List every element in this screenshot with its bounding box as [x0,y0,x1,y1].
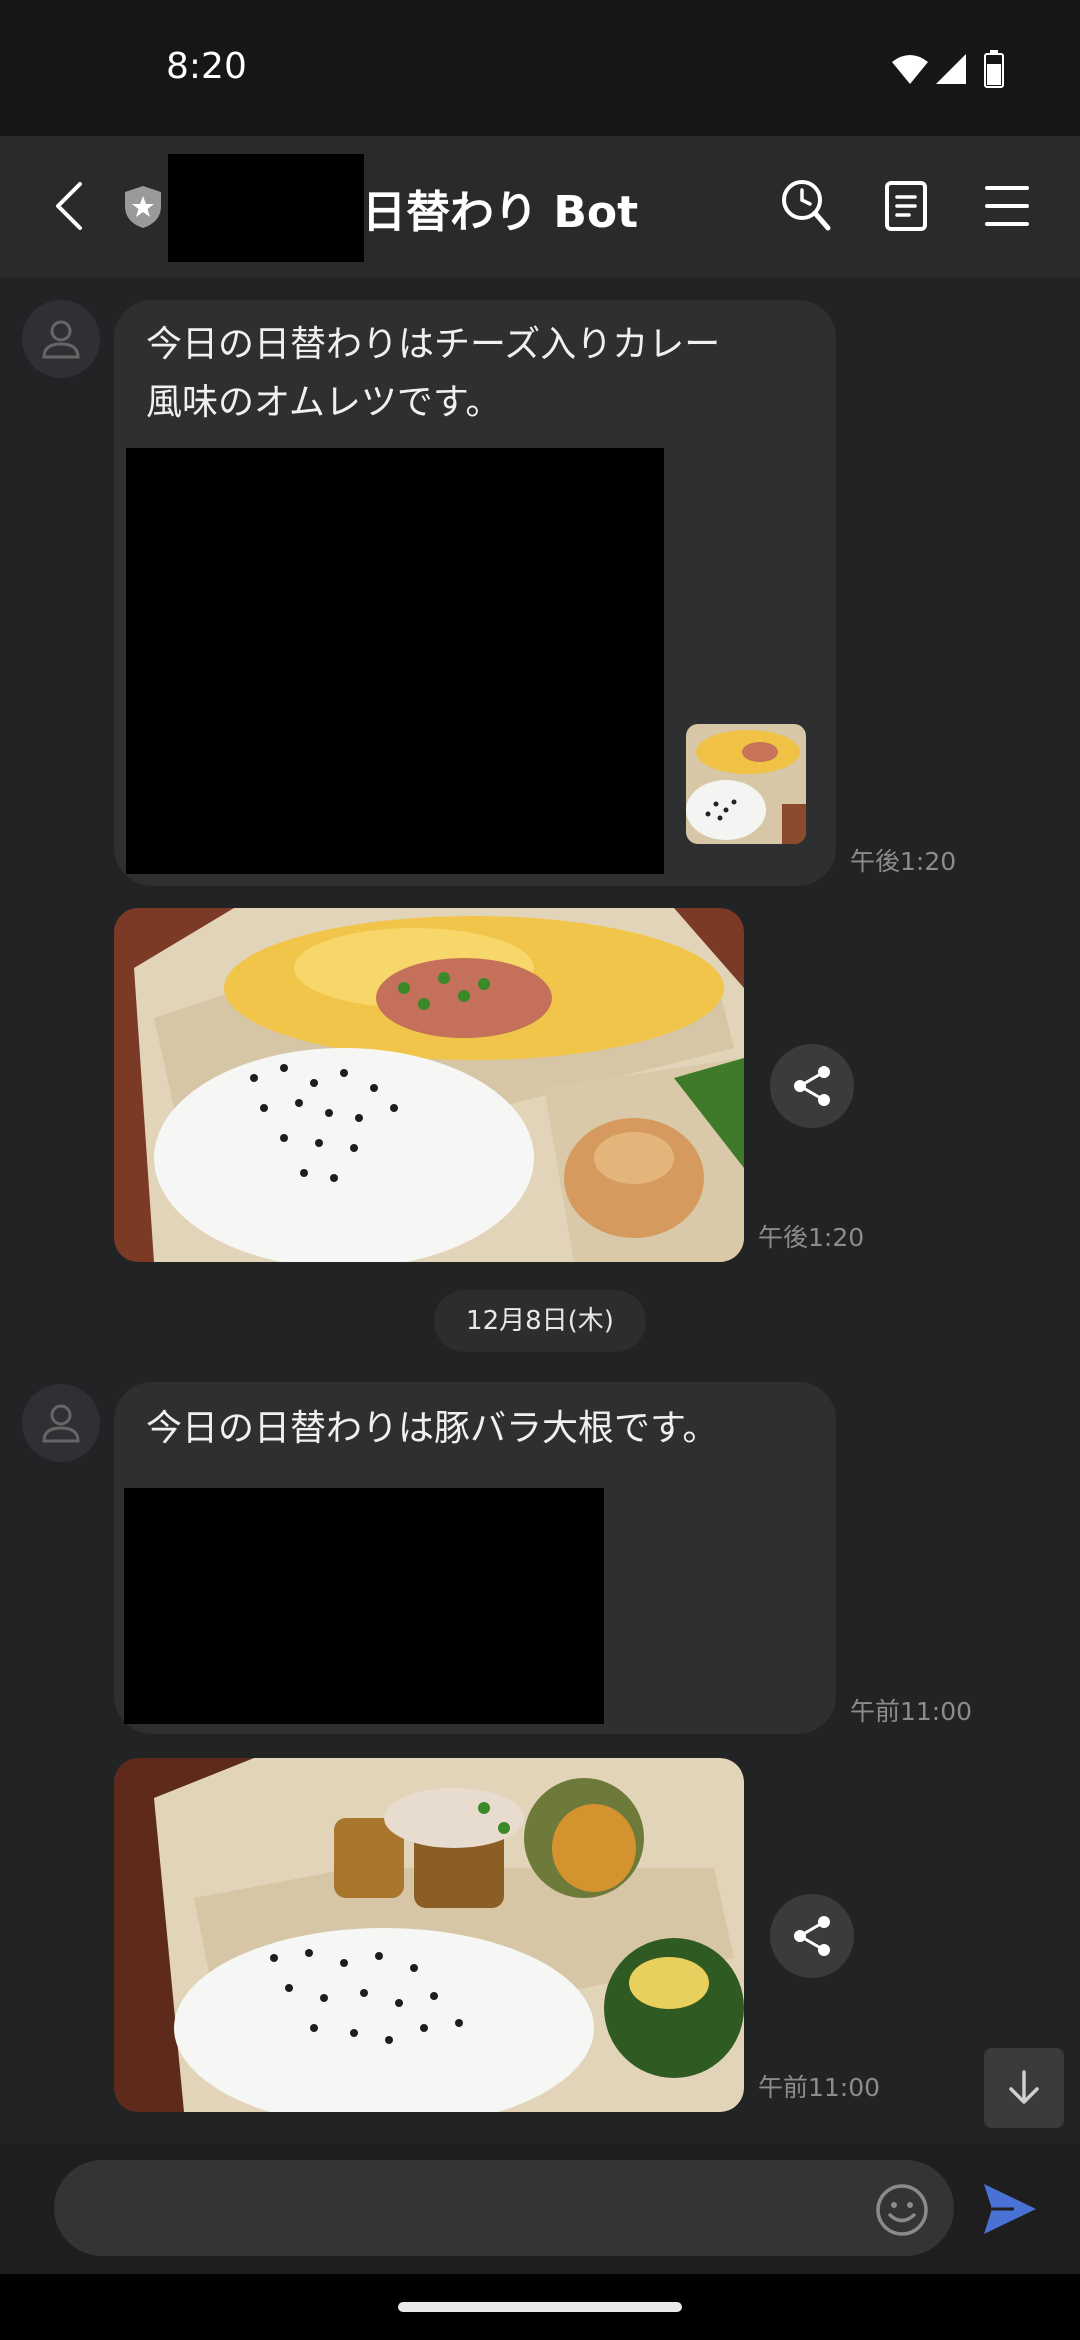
bot-avatar[interactable] [22,300,100,378]
signal-icon [936,54,966,84]
redacted-image [126,448,664,874]
date-separator: 12月8日(木) [434,1290,646,1352]
message-time: 午前11:00 [850,1697,973,1726]
redacted-avatar [168,154,364,262]
user-silhouette-icon [42,1404,80,1443]
share-icon [794,1916,830,1956]
emoji-icon[interactable] [874,2182,930,2238]
pork-daikon-bento-photo[interactable] [114,1758,744,2112]
message-text-line: 今日の日替わりはチーズ入りカレー [146,324,721,365]
message-time: 午前11:00 [758,2073,881,2102]
share-icon [794,1066,830,1106]
bento-thumbnail[interactable] [686,724,806,844]
share-button[interactable] [770,1894,854,1978]
message-text-line: 今日の日替わりは豚バラ大根です。 [146,1408,719,1449]
home-indicator[interactable] [398,2302,682,2312]
notes-icon[interactable] [884,180,928,232]
redacted-image [124,1488,604,1724]
message-input[interactable] [54,2160,954,2256]
arrow-down-icon [1009,2070,1039,2104]
send-icon[interactable] [980,2180,1040,2238]
message-time: 午後1:20 [850,847,957,876]
share-button[interactable] [770,1044,854,1128]
omelet-bento-photo[interactable] [114,908,744,1262]
user-silhouette-icon [42,320,80,359]
wifi-icon [892,55,928,84]
back-arrow-icon[interactable] [52,180,88,232]
history-search-icon[interactable] [780,178,832,234]
menu-icon[interactable] [984,184,1030,228]
bot-avatar[interactable] [22,1384,100,1462]
message-time: 午後1:20 [758,1223,865,1252]
verified-badge-icon [125,186,161,228]
chat-title: 日替わり Bot [362,187,639,238]
message-text-line: 風味のオムレツです。 [146,382,502,423]
scroll-to-bottom-button[interactable] [984,2048,1064,2128]
status-time: 8:20 [166,46,247,87]
battery-icon [984,50,1004,88]
